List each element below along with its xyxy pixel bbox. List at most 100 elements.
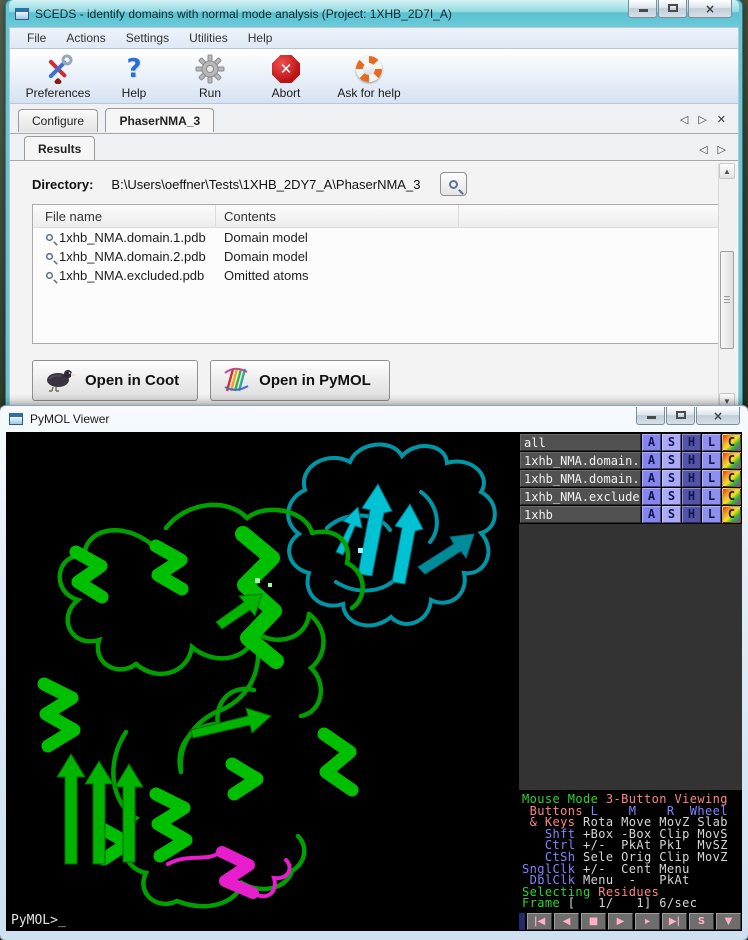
subtab-bar: Results ◁ ▷	[9, 134, 739, 161]
pymol-minimize-button[interactable]	[636, 407, 665, 425]
mouse-mode-panel: Mouse Mode 3-Button Viewing Buttons L M …	[519, 790, 742, 912]
hide-h-button[interactable]: H	[682, 434, 701, 451]
action-a-button[interactable]: A	[642, 452, 661, 469]
object-row: 1xhb_NMA.domain. A S H L C	[520, 452, 741, 469]
lifebuoy-icon	[356, 53, 382, 85]
subtab-scroll-left-icon[interactable]: ◁	[699, 143, 707, 156]
label-l-button[interactable]: L	[702, 470, 721, 487]
menu-help[interactable]: Help	[239, 29, 282, 47]
hide-h-button[interactable]: H	[682, 452, 701, 469]
pymol-maximize-button[interactable]	[666, 407, 695, 425]
pymol-3d-viewport[interactable]: PyMOL>_	[6, 432, 517, 931]
playback-notch	[519, 913, 525, 930]
show-s-button[interactable]: S	[662, 434, 681, 451]
help-button[interactable]: ? Help	[96, 53, 172, 100]
object-name[interactable]: all	[520, 434, 641, 451]
step-back-button[interactable]: ◀	[554, 913, 579, 930]
tab-close-icon[interactable]: ✕	[717, 113, 726, 126]
subtab-scroll-right-icon[interactable]: ▷	[718, 143, 726, 156]
object-name[interactable]: 1xhb_NMA.exclude	[520, 488, 641, 505]
pymol-command-prompt[interactable]: PyMOL>_	[11, 913, 66, 928]
stop-button[interactable]: ■	[581, 913, 606, 930]
go-to-last-frame-button[interactable]: ▶|	[662, 913, 687, 930]
menu-settings[interactable]: Settings	[117, 29, 178, 47]
menu-utilities[interactable]: Utilities	[180, 29, 237, 47]
color-c-button[interactable]: C	[722, 488, 741, 505]
close-icon: ×	[705, 2, 715, 16]
show-s-button[interactable]: S	[662, 452, 681, 469]
run-button[interactable]: Run	[172, 53, 248, 100]
action-a-button[interactable]: A	[642, 506, 661, 523]
hide-h-button[interactable]: H	[682, 506, 701, 523]
column-contents[interactable]: Contents	[216, 205, 459, 227]
color-c-button[interactable]: C	[722, 452, 741, 469]
tab-results[interactable]: Results	[24, 136, 95, 160]
pymol-close-button[interactable]: ×	[696, 407, 740, 425]
table-row[interactable]: 1xhb_NMA.domain.2.pdb Domain model	[33, 247, 718, 266]
table-header: File name Contents	[33, 205, 718, 228]
object-name[interactable]: 1xhb_NMA.domain.	[520, 470, 641, 487]
protein-structure	[6, 432, 517, 925]
ask-for-help-button[interactable]: Ask for help	[324, 53, 414, 100]
tab-configure[interactable]: Configure	[18, 109, 98, 132]
play-button[interactable]: ▶	[608, 913, 633, 930]
browse-directory-button[interactable]	[440, 172, 467, 196]
column-file-name[interactable]: File name	[33, 205, 216, 227]
go-to-first-frame-button[interactable]: |◀	[527, 913, 552, 930]
tab-bar: Configure PhaserNMA_3 ◁ ▷ ✕	[9, 104, 739, 134]
question-mark-icon: ?	[126, 53, 141, 85]
results-scrollbar[interactable]: ▲ ▼	[718, 163, 735, 409]
pymol-window: PyMOL Viewer ×	[0, 406, 748, 940]
table-row[interactable]: 1xhb_NMA.domain.1.pdb Domain model	[33, 228, 718, 247]
menu-dropdown-button[interactable]: ▼	[716, 913, 741, 930]
hide-h-button[interactable]: H	[682, 470, 701, 487]
label-l-button[interactable]: L	[702, 488, 721, 505]
hide-h-button[interactable]: H	[682, 488, 701, 505]
tab-scroll-right-icon[interactable]: ▷	[698, 113, 706, 126]
menu-file[interactable]: File	[18, 29, 55, 47]
close-button[interactable]: ×	[688, 0, 732, 18]
results-panel: Directory: B:\Users\oeffner\Tests\1XHB_2…	[9, 161, 739, 411]
object-row: 1xhb_NMA.domain. A S H L C	[520, 470, 741, 487]
pymol-side-panel: all A S H L C 1xhb_NMA.domain. A S H L C…	[517, 432, 742, 931]
pymol-window-title: PyMOL Viewer	[30, 412, 109, 426]
app-icon	[15, 8, 29, 20]
tab-phasernma-3[interactable]: PhaserNMA_3	[105, 108, 214, 132]
object-name[interactable]: 1xhb_NMA.domain.	[520, 452, 641, 469]
directory-value: B:\Users\oeffner\Tests\1XHB_2DY7_A\Phase…	[111, 177, 420, 192]
label-l-button[interactable]: L	[702, 434, 721, 451]
show-s-button[interactable]: S	[662, 488, 681, 505]
show-s-button[interactable]: S	[662, 506, 681, 523]
scroll-up-icon[interactable]: ▲	[719, 163, 735, 179]
object-row: 1xhb_NMA.exclude A S H L C	[520, 488, 741, 505]
scrollbar-thumb[interactable]	[720, 251, 734, 349]
abort-button[interactable]: ✕ Abort	[248, 53, 324, 100]
magnifier-icon	[46, 234, 53, 241]
action-a-button[interactable]: A	[642, 488, 661, 505]
object-name[interactable]: 1xhb	[520, 506, 641, 523]
table-row[interactable]: 1xhb_NMA.excluded.pdb Omitted atoms	[33, 266, 718, 285]
maximize-icon	[676, 411, 686, 419]
object-row: all A S H L C	[520, 434, 741, 451]
scene-button[interactable]: S	[689, 913, 714, 930]
maximize-button[interactable]	[658, 0, 687, 18]
open-in-coot-button[interactable]: Open in Coot	[32, 360, 198, 401]
action-a-button[interactable]: A	[642, 434, 661, 451]
minimize-button[interactable]	[628, 0, 657, 18]
preferences-button[interactable]: Preferences	[20, 53, 96, 100]
color-c-button[interactable]: C	[722, 506, 741, 523]
coot-bird-icon	[43, 366, 77, 396]
action-a-button[interactable]: A	[642, 470, 661, 487]
color-c-button[interactable]: C	[722, 470, 741, 487]
color-c-button[interactable]: C	[722, 434, 741, 451]
show-s-button[interactable]: S	[662, 470, 681, 487]
tab-scroll-left-icon[interactable]: ◁	[680, 113, 688, 126]
frame-status-line[interactable]: Frame [ 1/ 1] 6/sec	[522, 898, 742, 910]
menu-actions[interactable]: Actions	[57, 29, 114, 47]
gear-icon	[195, 53, 225, 85]
label-l-button[interactable]: L	[702, 506, 721, 523]
label-l-button[interactable]: L	[702, 452, 721, 469]
pymol-app-icon	[9, 413, 23, 425]
open-in-pymol-button[interactable]: Open in PyMOL	[210, 360, 390, 401]
step-forward-button[interactable]: ▸	[635, 913, 660, 930]
